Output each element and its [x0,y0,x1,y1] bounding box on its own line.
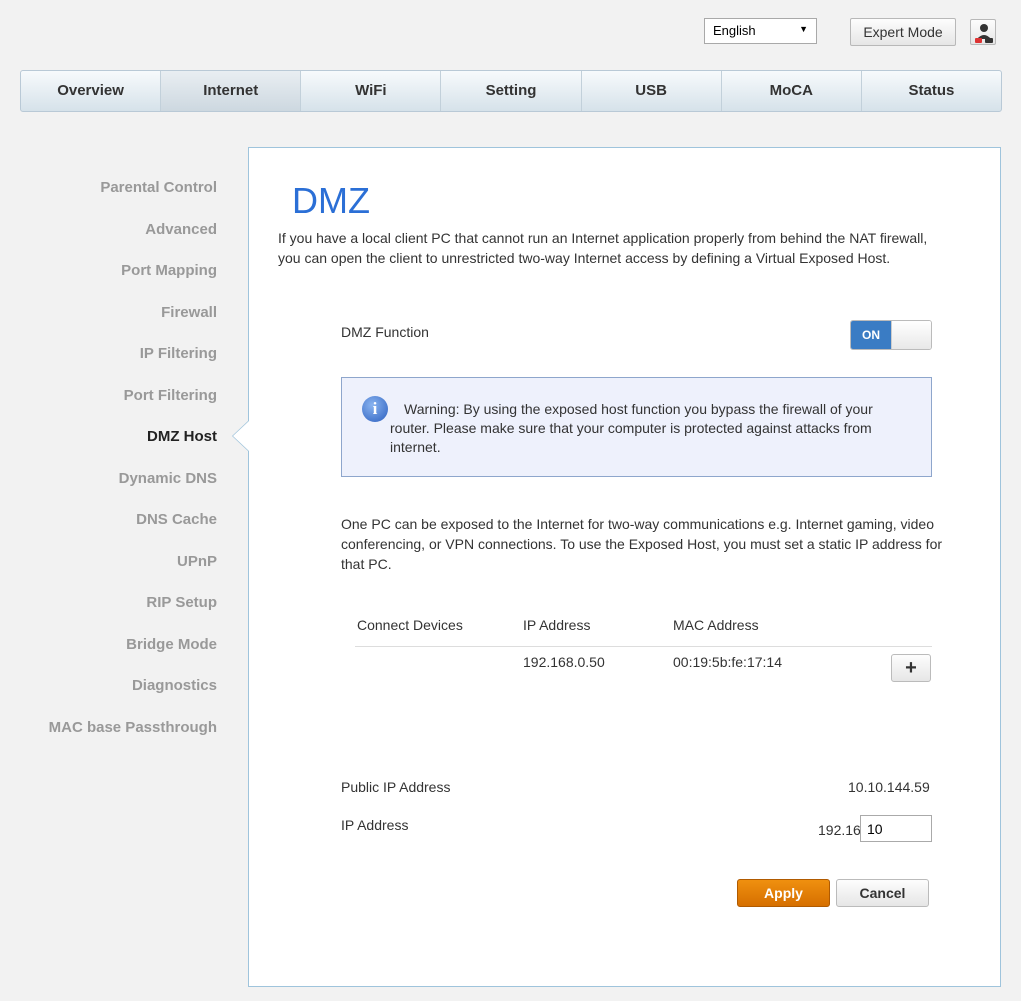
nav-tab-status[interactable]: Status [862,71,1001,111]
column-header-connect-devices: Connect Devices [357,617,463,633]
sidebar-item-upnp[interactable]: UPnP [0,541,217,583]
sidebar-item-dmz-host[interactable]: DMZ Host [0,416,217,458]
ip-address-label: IP Address [341,817,409,833]
cell-mac-address: 00:19:5b:fe:17:14 [673,654,782,670]
sidebar-item-rip-setup[interactable]: RIP Setup [0,582,217,624]
main-nav: Overview Internet WiFi Setting USB MoCA … [20,70,1002,112]
toggle-knob [891,321,931,349]
language-select[interactable]: English ▼ [704,18,817,44]
language-select-value: English [713,23,756,38]
sidebar-item-parental-control[interactable]: Parental Control [0,167,217,209]
toggle-on-label: ON [851,321,891,349]
dropdown-arrow-icon: ▼ [799,24,808,34]
sidebar-item-firewall[interactable]: Firewall [0,292,217,334]
sidebar-item-advanced[interactable]: Advanced [0,209,217,251]
dmz-function-label: DMZ Function [341,324,429,340]
column-header-ip-address: IP Address [523,617,591,633]
sidebar: Parental Control Advanced Port Mapping F… [0,167,217,748]
nav-tab-overview[interactable]: Overview [21,71,162,111]
expert-mode-button[interactable]: Expert Mode [850,18,956,46]
dmz-function-toggle[interactable]: ON [850,320,932,350]
nav-tab-wifi[interactable]: WiFi [301,71,442,111]
sidebar-item-port-mapping[interactable]: Port Mapping [0,250,217,292]
column-header-mac-address: MAC Address [673,617,759,633]
nav-tab-internet[interactable]: Internet [161,71,302,111]
user-logout-icon[interactable] [970,19,996,45]
sidebar-item-dns-cache[interactable]: DNS Cache [0,499,217,541]
warning-text: Warning: By using the exposed host funct… [390,401,873,455]
page-description: If you have a local client PC that canno… [278,230,928,266]
public-ip-label: Public IP Address [341,779,451,795]
sidebar-item-port-filtering[interactable]: Port Filtering [0,375,217,417]
sidebar-item-dynamic-dns[interactable]: Dynamic DNS [0,458,217,500]
table-divider [355,646,932,647]
nav-tab-usb[interactable]: USB [582,71,722,111]
exposed-host-description: One PC can be exposed to the Internet fo… [341,516,943,572]
active-item-pointer [232,420,249,452]
info-icon: i [362,396,388,422]
sidebar-item-diagnostics[interactable]: Diagnostics [0,665,217,707]
page-title: DMZ [292,180,370,221]
sidebar-item-bridge-mode[interactable]: Bridge Mode [0,624,217,666]
cancel-button[interactable]: Cancel [836,879,929,907]
sidebar-item-ip-filtering[interactable]: IP Filtering [0,333,217,375]
apply-button[interactable]: Apply [737,879,830,907]
nav-tab-moca[interactable]: MoCA [722,71,862,111]
cell-ip-address: 192.168.0.50 [523,654,605,670]
add-device-button[interactable]: + [891,654,931,682]
public-ip-value: 10.10.144.59 [848,779,930,795]
sidebar-item-mac-base-passthrough[interactable]: MAC base Passthrough [0,707,217,749]
nav-tab-setting[interactable]: Setting [441,71,582,111]
ip-address-last-octet-input[interactable] [860,815,932,842]
